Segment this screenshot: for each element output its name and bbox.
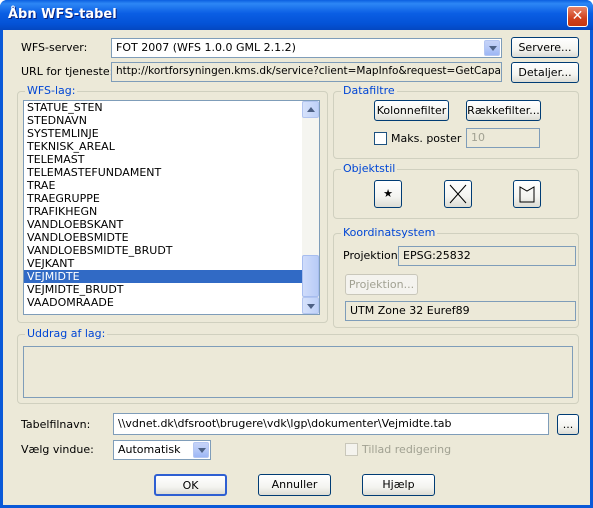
datafilters-title: Datafiltre xyxy=(341,84,397,97)
list-item[interactable]: VANDLOEBSKANT xyxy=(24,218,319,231)
region-icon xyxy=(519,186,535,203)
scroll-down-icon[interactable] xyxy=(302,297,319,314)
wfs-layers-list[interactable]: STATUE_STEN STEDNAVN SYSTEMLINJE TEKNISK_AR… xyxy=(23,100,320,315)
tablefile-label: Tabelfilnavn: xyxy=(21,418,91,431)
title-bar[interactable]: Åbn WFS-tabel ✕ xyxy=(0,0,593,30)
server-dropdown-value: FOT 2007 (WFS 1.0.0 GML 2.1.2) xyxy=(116,41,296,54)
list-item[interactable]: VEJKANT xyxy=(24,257,319,270)
chevron-down-icon[interactable] xyxy=(193,442,209,458)
url-field[interactable]: http://kortforsyningen.kms.dk/service?cl… xyxy=(111,62,502,82)
window-select-value: Automatisk xyxy=(118,443,181,456)
browse-button[interactable]: ... xyxy=(557,414,579,435)
list-item[interactable]: VAADOMRAADE xyxy=(24,296,319,309)
servers-button[interactable]: Servere... xyxy=(511,37,579,58)
scroll-up-icon[interactable] xyxy=(302,101,319,118)
coordsys-title: Koordinatsystem xyxy=(341,226,438,239)
chevron-down-icon[interactable] xyxy=(484,40,500,56)
row-filter-button[interactable]: Rækkefilter... xyxy=(466,100,541,121)
details-button[interactable]: Detaljer... xyxy=(511,62,579,83)
list-item[interactable]: TRAEGRUPPE xyxy=(24,192,319,205)
help-button[interactable]: Hjælp xyxy=(362,474,435,496)
close-icon: ✕ xyxy=(571,8,584,24)
list-item[interactable]: VEJMIDTE_BRUDT xyxy=(24,283,319,296)
window-title: Åbn WFS-tabel xyxy=(8,7,117,22)
allow-edit-label: Tillad redigering xyxy=(362,443,452,456)
max-posts-checkbox[interactable] xyxy=(374,132,387,145)
list-item[interactable]: STEDNAVN xyxy=(24,114,319,127)
objectstyle-title: Objektstil xyxy=(341,162,398,175)
list-item[interactable]: VANDLOEBSMIDTE xyxy=(24,231,319,244)
list-item[interactable]: TRAFIKHEGN xyxy=(24,205,319,218)
tablefile-field[interactable]: \\vdnet.dk\dfsroot\brugere\vdk\lgp\dokum… xyxy=(113,413,549,435)
list-item[interactable]: TEKNISK_AREAL xyxy=(24,140,319,153)
dialog-window: Åbn WFS-tabel ✕ WFS-server: FOT 2007 (WF… xyxy=(0,0,593,508)
allow-edit-checkbox[interactable] xyxy=(345,443,358,456)
star-icon: ★ xyxy=(383,187,393,200)
list-item[interactable]: VANDLOEBSMIDTE_BRUDT xyxy=(24,244,319,257)
window-select-dropdown[interactable]: Automatisk xyxy=(113,440,211,460)
server-dropdown[interactable]: FOT 2007 (WFS 1.0.0 GML 2.1.2) xyxy=(111,38,502,58)
projection-button[interactable]: Projektion... xyxy=(345,274,418,295)
max-posts-label: Maks. poster xyxy=(391,132,462,145)
window-select-label: Vælg vindue: xyxy=(21,443,94,456)
cancel-button[interactable]: Annuller xyxy=(258,474,331,496)
wfs-layers-items: STATUE_STEN STEDNAVN SYSTEMLINJE TEKNISK_AR… xyxy=(24,101,319,309)
extract-area[interactable] xyxy=(23,346,573,398)
wfs-layers-title: WFS-lag: xyxy=(25,84,78,97)
list-item[interactable]: TELEMASTEFUNDAMENT xyxy=(24,166,319,179)
list-item[interactable]: TELEMAST xyxy=(24,153,319,166)
zone-field[interactable]: UTM Zone 32 Euref89 xyxy=(345,301,576,321)
dialog-body: WFS-server: FOT 2007 (WFS 1.0.0 GML 2.1.… xyxy=(3,30,590,505)
list-item[interactable]: TRAE xyxy=(24,179,319,192)
cross-line-icon xyxy=(449,184,467,204)
projection-label: Projektion: xyxy=(343,249,402,262)
close-button[interactable]: ✕ xyxy=(567,6,588,27)
datafilters-group: Datafiltre xyxy=(333,84,579,159)
list-item[interactable]: SYSTEMLINJE xyxy=(24,127,319,140)
list-item[interactable]: VEJMIDTE xyxy=(24,270,319,283)
region-style-button[interactable] xyxy=(513,180,541,208)
url-label: URL for tjeneste: xyxy=(21,65,114,78)
list-item[interactable]: STATUE_STEN xyxy=(24,101,319,114)
server-label: WFS-server: xyxy=(21,41,88,54)
symbol-style-button[interactable]: ★ xyxy=(374,180,402,208)
column-filter-button[interactable]: Kolonnefilter xyxy=(374,100,449,121)
extract-title: Uddrag af lag: xyxy=(25,327,108,340)
line-style-button[interactable] xyxy=(444,180,472,208)
max-posts-field[interactable]: 10 xyxy=(466,128,540,148)
scroll-thumb[interactable] xyxy=(302,255,319,297)
projection-field[interactable]: EPSG:25832 xyxy=(398,246,576,266)
list-scrollbar[interactable] xyxy=(302,101,319,314)
ok-button[interactable]: OK xyxy=(154,474,227,496)
